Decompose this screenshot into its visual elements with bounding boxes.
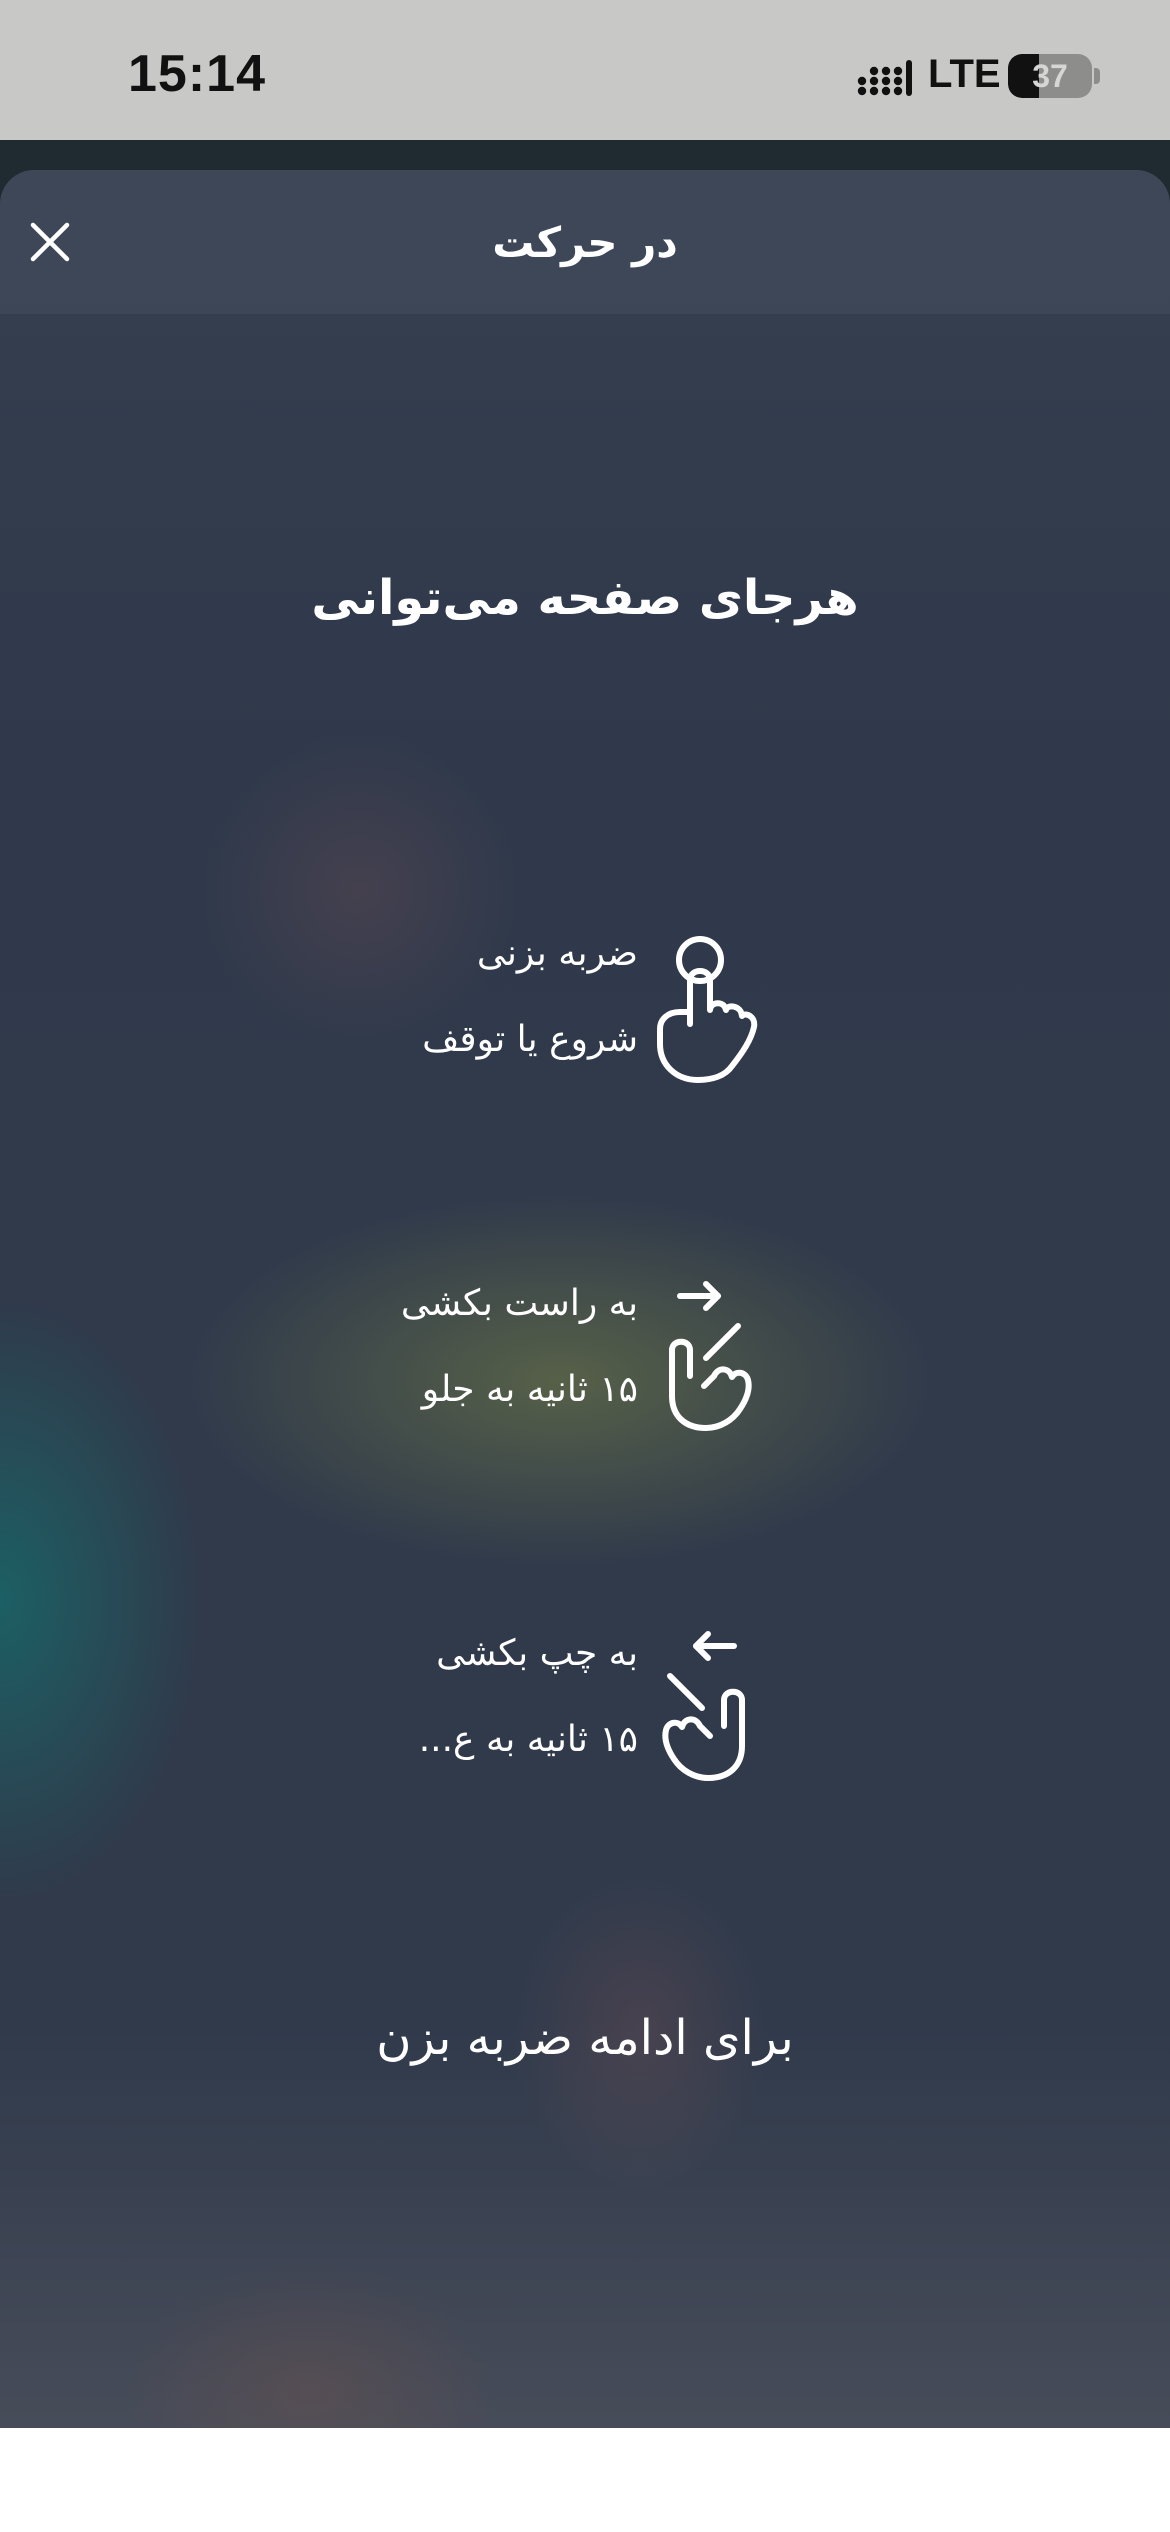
swipe-right-gesture-icon: [652, 1278, 762, 1438]
battery-icon: 37: [1008, 54, 1092, 98]
screen: 15:14 LTE 37: [0, 0, 1170, 2532]
gesture-help-sheet[interactable]: در حرکت هرجای صفحه می‌توانی ضربه بزنی شر…: [0, 170, 1170, 2428]
gesture-title: ضربه بزنی: [476, 933, 638, 974]
cellular-signal-icon: [857, 60, 912, 96]
swipe-left-gesture-icon: [652, 1628, 762, 1788]
network-label: LTE: [928, 52, 1001, 96]
gesture-subtitle: ۱۵ ثانیه به جلو: [421, 1369, 638, 1410]
gesture-swipe-right: به راست بکشی ۱۵ ثانیه به جلو: [0, 1278, 1170, 1498]
tap-gesture-icon: [652, 928, 762, 1088]
gesture-text-group: به چپ بکشی ۱۵ ثانیه به ع...: [218, 1628, 638, 1766]
gesture-subtitle: شروع یا توقف: [422, 1019, 638, 1060]
sheet-header: در حرکت: [0, 170, 1170, 314]
gesture-title: به چپ بکشی: [436, 1633, 638, 1674]
intro-title: هرجای صفحه می‌توانی: [311, 570, 859, 626]
gesture-subtitle: ۱۵ ثانیه به ع...: [418, 1719, 638, 1760]
gesture-text-group: به راست بکشی ۱۵ ثانیه به جلو: [218, 1278, 638, 1416]
battery-percent: 37: [1032, 57, 1068, 94]
continue-instruction: برای ادامه ضربه بزن: [376, 2010, 794, 2066]
gesture-text-group: ضربه بزنی شروع یا توقف: [218, 928, 638, 1066]
status-time: 15:14: [128, 45, 266, 103]
gesture-title: به راست بکشی: [400, 1283, 638, 1324]
gesture-swipe-left: به چپ بکشی ۱۵ ثانیه به ع...: [0, 1628, 1170, 1848]
status-bar: 15:14 LTE 37: [0, 0, 1170, 140]
gesture-tap: ضربه بزنی شروع یا توقف: [0, 928, 1170, 1148]
battery-cap: [1094, 68, 1100, 84]
sheet-title: در حرکت: [492, 217, 678, 267]
